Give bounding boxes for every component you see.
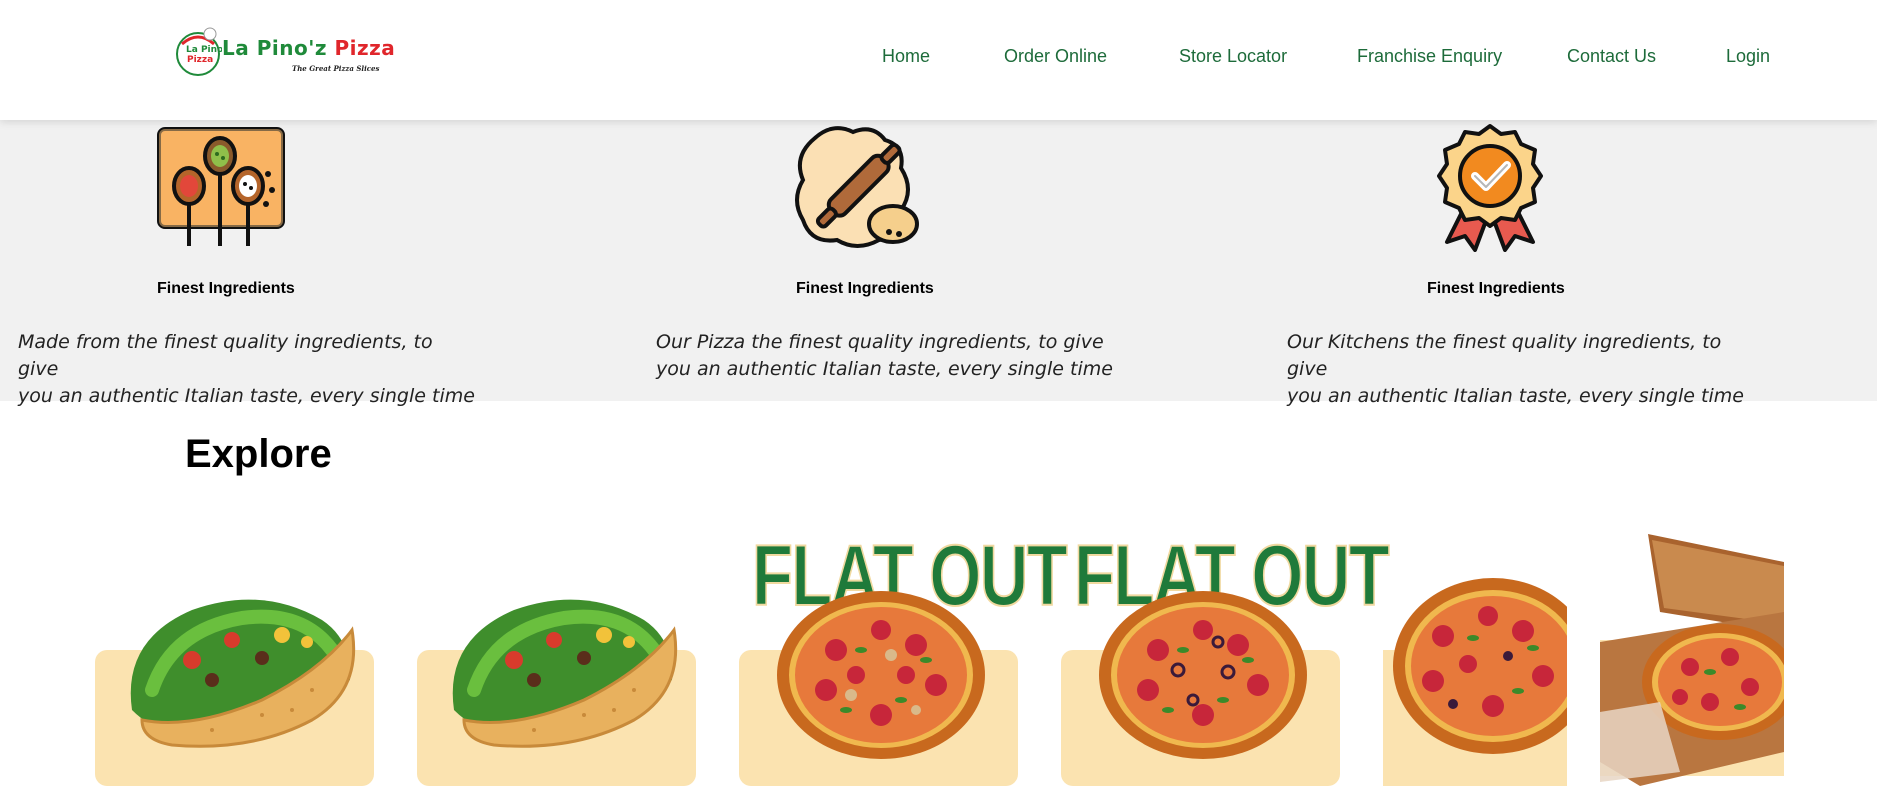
feature-2-title: Finest Ingredients: [796, 280, 934, 297]
svg-text:La Pino'z: La Pino'z: [186, 45, 222, 55]
nav-contact-us[interactable]: Contact Us: [1567, 46, 1656, 67]
logo-word-1: La Pino'z: [222, 36, 327, 60]
pizza-image[interactable]: [776, 590, 986, 760]
logo-wordmark: La Pino'z Pizza: [222, 36, 395, 60]
taco-image[interactable]: [434, 580, 684, 750]
explore-heading: Explore: [185, 432, 332, 476]
nav-store-locator[interactable]: Store Locator: [1179, 46, 1287, 67]
logo-word-2: Pizza: [334, 36, 396, 60]
nav-login[interactable]: Login: [1726, 46, 1770, 67]
feature-3-description: Our Kitchens the finest quality ingredie…: [1287, 329, 1747, 410]
feature-1-desc-line-2: you an authentic Italian taste, every si…: [18, 385, 475, 407]
logo-emblem-icon: La Pino'z Pizza: [176, 27, 231, 76]
feature-3-desc-line-1: Our Kitchens the finest quality ingredie…: [1287, 331, 1722, 380]
rolling-pin-dough-icon: [795, 126, 919, 248]
taco-image[interactable]: [112, 580, 362, 750]
spices-icon: [157, 127, 285, 246]
pizza-box-image[interactable]: [1600, 532, 1784, 786]
pizza-image[interactable]: [1098, 590, 1308, 760]
nav-home[interactable]: Home: [882, 46, 930, 67]
nav-franchise-enquiry[interactable]: Franchise Enquiry: [1357, 46, 1502, 67]
feature-2-desc-line-2: you an authentic Italian taste, every si…: [656, 358, 1113, 380]
nav-order-online[interactable]: Order Online: [1004, 46, 1107, 67]
brand-logo[interactable]: La Pino'z Pizza La Pino'z Pizza The Grea…: [174, 26, 395, 82]
pizza-image[interactable]: [1383, 576, 1567, 756]
svg-text:Pizza: Pizza: [187, 55, 213, 65]
logo-tagline: The Great Pizza Slices: [292, 64, 380, 73]
feature-1-desc-line-1: Made from the finest quality ingredients…: [18, 331, 433, 380]
quality-badge-icon: [1437, 124, 1543, 252]
feature-3-title: Finest Ingredients: [1427, 280, 1565, 297]
features-section: Finest Ingredients Made from the finest …: [0, 120, 1877, 407]
feature-2-description: Our Pizza the finest quality ingredients…: [656, 329, 1116, 383]
feature-2-desc-line-1: Our Pizza the finest quality ingredients…: [656, 331, 1104, 353]
feature-1-description: Made from the finest quality ingredients…: [18, 329, 478, 410]
feature-3-desc-line-2: you an authentic Italian taste, every si…: [1287, 385, 1744, 407]
site-header: La Pino'z Pizza La Pino'z Pizza The Grea…: [0, 0, 1877, 120]
feature-1-title: Finest Ingredients: [157, 280, 295, 297]
